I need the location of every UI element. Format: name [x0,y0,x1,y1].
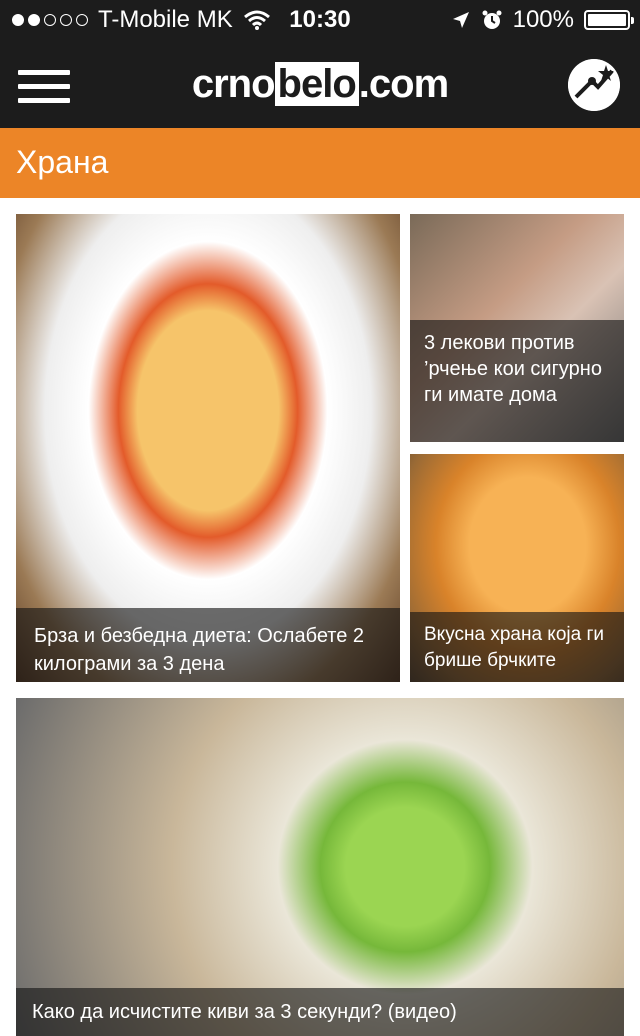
article-caption: 3 лекови против ’рчење кои сигурно ги им… [410,320,624,442]
logo-part-left: crno [191,62,276,106]
alarm-clock-icon [482,10,502,29]
article-card-kiwi[interactable]: Како да исчистите киви за 3 секунди? (ви… [16,698,624,1036]
category-bar: Храна [0,128,640,198]
battery-icon [584,10,634,30]
logo-part-right: .com [358,62,449,106]
status-bar: T-Mobile MK 10:30 100% [0,0,640,40]
profile-star-icon[interactable] [568,59,620,111]
location-arrow-icon [452,12,469,28]
article-caption: Вкусна храна која ги брише брчките [410,612,624,682]
app-header: crnobelo.com [0,40,640,128]
battery-percent: 100% [512,6,574,33]
battery-fill [588,14,626,26]
article-card-casserole[interactable]: Вкусна храна која ги брише брчките [410,454,624,682]
status-right: 100% [451,6,634,34]
article-caption: Брза и безбедна диета: Ослабете 2 килогр… [16,608,400,682]
article-caption: Како да исчистите киви за 3 секунди? (ви… [16,988,624,1036]
logo-part-mid: belo [274,62,359,106]
category-title: Храна [16,144,109,180]
article-card-soup[interactable]: Брза и безбедна диета: Ослабете 2 килогр… [16,214,400,682]
article-card-snoring[interactable]: 3 лекови против ’рчење кои сигурно ги им… [410,214,624,442]
site-logo[interactable]: crnobelo.com [0,62,640,107]
